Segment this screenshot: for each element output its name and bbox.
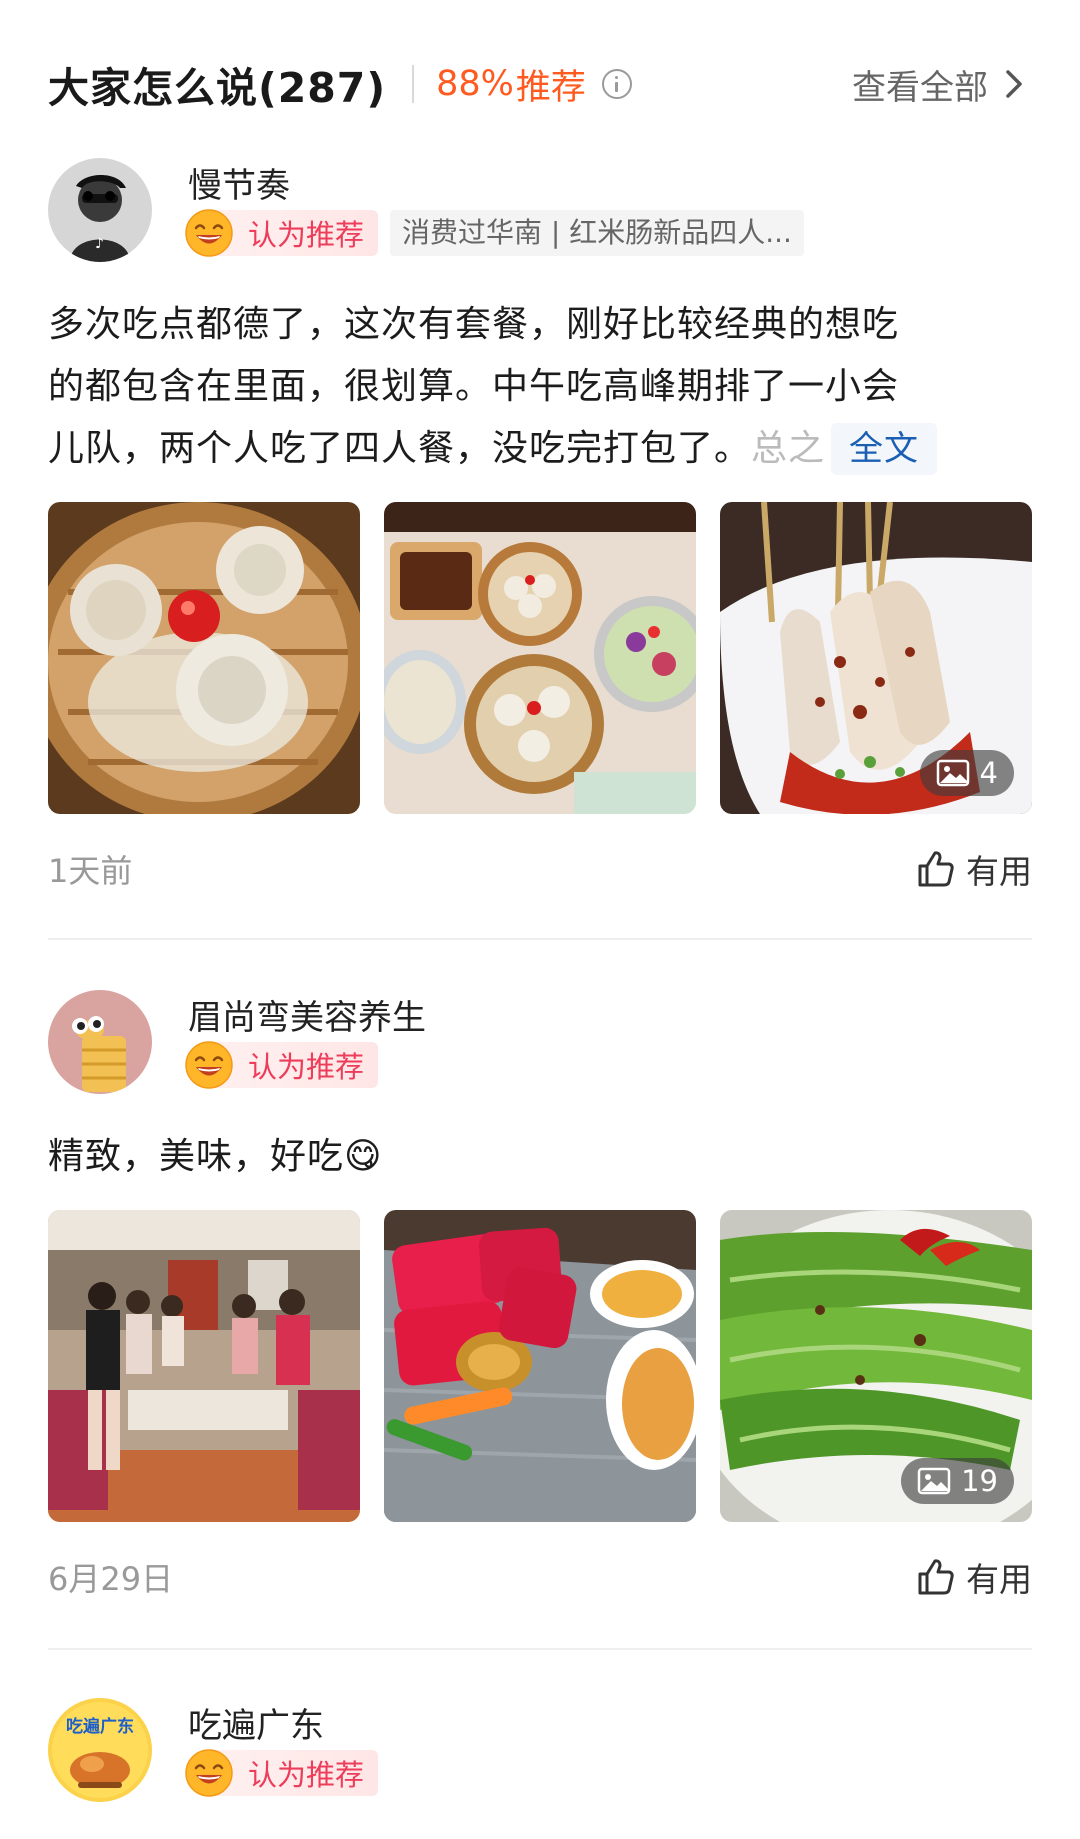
avatar[interactable] (48, 990, 152, 1094)
useful-button[interactable]: 有用 (916, 1553, 1032, 1601)
review-card: ♪ 慢节奏 认为推荐 消费过华南 | 红米肠新品四人... 多次吃点都德了，这次… (48, 158, 1032, 918)
recommend-label: 推荐 (515, 67, 586, 108)
image-icon (917, 1467, 951, 1495)
recommend-badge: 认为推荐 (185, 1041, 379, 1089)
avatar[interactable]: 吃遍广东 (48, 1698, 152, 1802)
avatar[interactable]: ♪ (48, 158, 152, 262)
review-photo[interactable]: 4 (720, 502, 1032, 814)
photo-row: 4 (48, 502, 1032, 814)
consumption-tag[interactable]: 消费过华南 | 红米肠新品四人... (390, 210, 804, 256)
photo-count: 4 (979, 756, 998, 790)
thumbs-up-icon (918, 1559, 954, 1595)
review-time: 6月29日 (48, 1560, 174, 1598)
review-photo[interactable]: 19 (720, 1210, 1032, 1522)
review-text-line: 多次吃点都德了，这次有套餐，刚好比较经典的想吃 (48, 304, 900, 345)
photo-row: 19 (48, 1210, 1032, 1522)
thumbs-up-icon (918, 851, 954, 887)
review-divider (48, 1648, 1032, 1650)
review-divider (48, 938, 1032, 940)
author-name[interactable]: 吃遍广东 (188, 1698, 324, 1747)
svg-text:♪: ♪ (95, 236, 104, 252)
image-icon (936, 759, 969, 787)
review-text-line: 精致，美味，好吃😋 (48, 1136, 383, 1177)
photo-count-badge: 19 (901, 1458, 1014, 1504)
review-photo[interactable] (48, 1210, 360, 1522)
smile-face-icon (185, 1749, 233, 1797)
useful-button[interactable]: 有用 (916, 845, 1032, 893)
fulltext-button[interactable]: 全文 (831, 423, 938, 475)
smile-face-icon (185, 1041, 233, 1089)
info-icon[interactable] (601, 69, 632, 99)
review-badges: 认为推荐 消费过华南 | 红米肠新品四人... (185, 209, 804, 257)
review-card: 吃遍广东 吃遍广东 认为推荐 (48, 1698, 1032, 1838)
reviews-title: 大家怎么说(287) (48, 64, 387, 112)
review-badges: 认为推荐 (185, 1041, 379, 1089)
smile-face-icon (185, 209, 233, 257)
review-photo[interactable] (384, 1210, 696, 1522)
recommend-badge-label: 认为推荐 (248, 1050, 365, 1084)
avatar-text: 吃遍广东 (66, 1716, 134, 1737)
review-badges: 认为推荐 (185, 1749, 379, 1797)
review-text[interactable]: 精致，美味，好吃😋 (48, 1126, 1032, 1188)
recommend-badge-label: 认为推荐 (248, 1758, 365, 1792)
review-card: 眉尚弯美容养生 认为推荐 精致，美味，好吃😋 19 6月29日 有用 (48, 990, 1032, 1650)
review-time: 1天前 (48, 852, 133, 890)
photo-count-badge: 4 (919, 750, 1014, 796)
view-all-button[interactable]: 查看全部 (852, 60, 1032, 109)
recommend-percent: 88% (436, 64, 514, 104)
review-photo[interactable] (384, 502, 696, 814)
useful-label: 有用 (966, 1560, 1032, 1599)
view-all-label: 查看全部 (852, 67, 988, 108)
review-text[interactable]: 多次吃点都德了，这次有套餐，刚好比较经典的想吃 的都包含在里面，很划算。中午吃高… (48, 294, 1032, 480)
review-photo[interactable] (48, 502, 360, 814)
author-name[interactable]: 慢节奏 (188, 158, 290, 207)
review-meta: 6月29日 有用 (48, 1552, 1032, 1602)
recommend-badge-label: 认为推荐 (248, 218, 365, 252)
header-divider (412, 65, 415, 103)
chevron-right-icon (1006, 70, 1022, 98)
photo-count: 19 (961, 1464, 998, 1498)
review-text-line-last: 儿队，两个人吃了四人餐，没吃完打包了。总之 全文 (48, 418, 1032, 480)
review-meta: 1天前 有用 (48, 844, 1032, 894)
recommend-badge: 认为推荐 (185, 209, 379, 257)
author-name[interactable]: 眉尚弯美容养生 (188, 990, 426, 1039)
faded-text: 总之 (751, 428, 826, 469)
reviews-header: 大家怎么说(287) 88% 推荐 查看全部 (48, 52, 1032, 116)
review-text-line: 的都包含在里面，很划算。中午吃高峰期排了一小会 (48, 366, 900, 407)
useful-label: 有用 (966, 852, 1032, 891)
review-text-line-content: 儿队，两个人吃了四人餐，没吃完打包了。 (48, 428, 752, 469)
recommend-badge: 认为推荐 (185, 1749, 379, 1797)
